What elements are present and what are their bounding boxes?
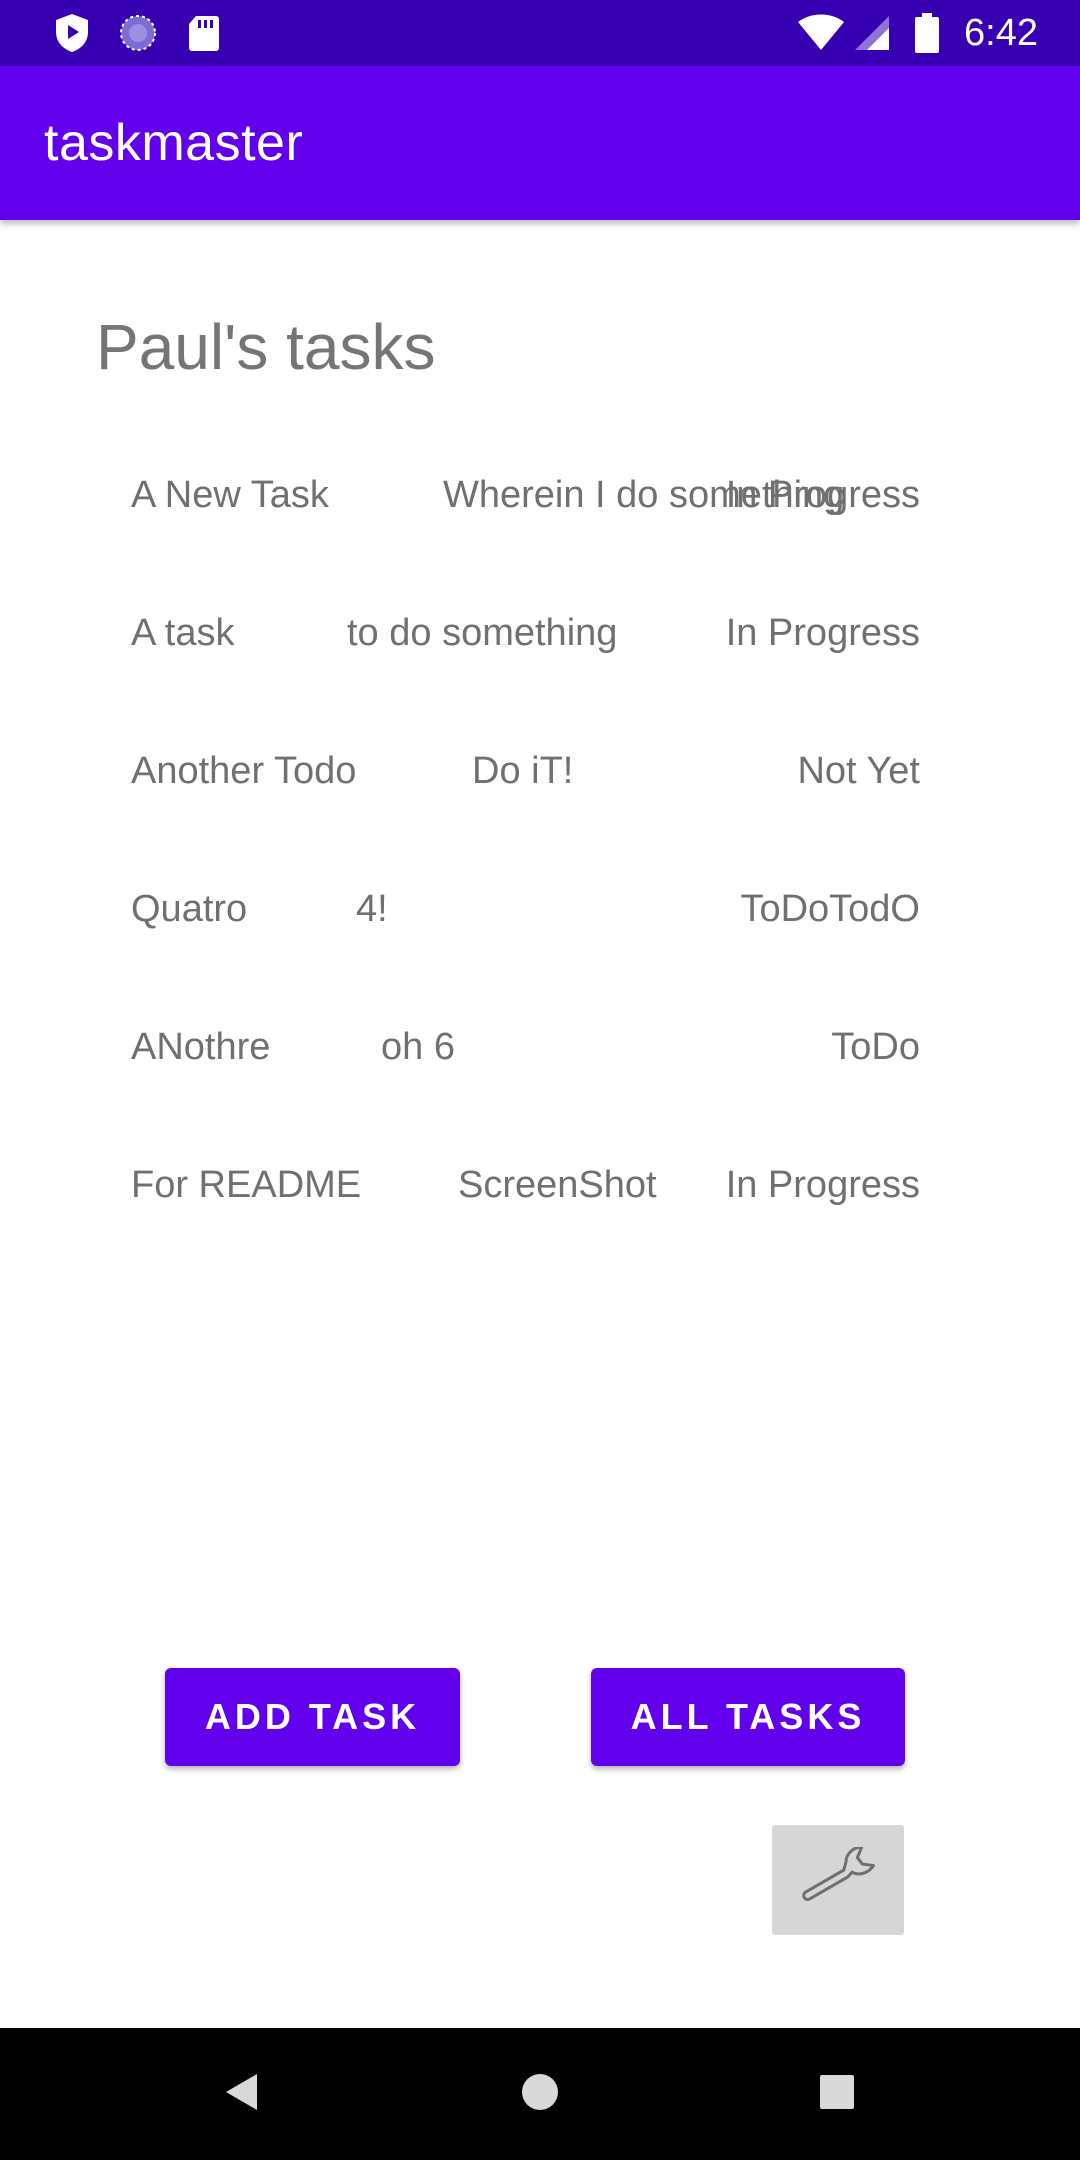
task-state: ToDo (831, 1026, 920, 1068)
back-button[interactable] (175, 2028, 307, 2160)
task-body: 4! (356, 888, 388, 930)
battery-icon (912, 0, 942, 66)
task-body: to do something (347, 612, 618, 654)
task-row[interactable]: For README ScreenShot In Progress (0, 1150, 1080, 1220)
task-title: ANothre (131, 1026, 271, 1068)
wrench-icon (795, 1845, 881, 1914)
add-task-button[interactable]: ADD TASK (165, 1668, 460, 1766)
recents-button[interactable] (771, 2028, 903, 2160)
app-title: taskmaster (44, 114, 304, 172)
navigation-bar (0, 2028, 1080, 2160)
task-title: Another Todo (131, 750, 357, 792)
sync-circle-icon (116, 0, 160, 66)
task-row[interactable]: Another Todo Do iT! Not Yet (0, 736, 1080, 806)
task-row[interactable]: A task to do something In Progress (0, 598, 1080, 668)
home-icon (520, 2072, 560, 2117)
task-title: For README (131, 1164, 362, 1206)
task-state: In Progress (725, 1164, 920, 1206)
task-state: In Progress (725, 612, 920, 654)
sd-card-icon (186, 0, 222, 66)
task-body: Do iT! (472, 750, 574, 792)
task-title: A task (131, 612, 235, 654)
task-body: oh 6 (381, 1026, 455, 1068)
task-row[interactable]: ANothre oh 6 ToDo (0, 1012, 1080, 1082)
settings-button[interactable] (772, 1825, 904, 1935)
task-state: Not Yet (797, 750, 920, 792)
task-title: Quatro (131, 888, 248, 930)
home-button[interactable] (474, 2028, 606, 2160)
clock: 6:42 (964, 12, 1038, 54)
task-body: ScreenShot (458, 1164, 657, 1206)
signal-icon (852, 0, 892, 66)
page-title: Paul's tasks (96, 311, 436, 383)
recents-icon (819, 2074, 855, 2115)
task-row[interactable]: A New Task Wherein I do something In Pro… (0, 460, 1080, 530)
back-icon (223, 2072, 259, 2117)
status-bar: 6:42 (0, 0, 1080, 66)
task-state: In Progress (725, 474, 920, 516)
task-title: A New Task (131, 474, 329, 516)
all-tasks-button[interactable]: ALL TASKS (591, 1668, 905, 1766)
task-row[interactable]: Quatro 4! ToDoTodO (0, 874, 1080, 944)
app-bar: taskmaster (0, 66, 1080, 220)
task-state: ToDoTodO (740, 888, 920, 930)
play-protect-icon (50, 0, 94, 66)
wifi-icon (796, 0, 846, 66)
